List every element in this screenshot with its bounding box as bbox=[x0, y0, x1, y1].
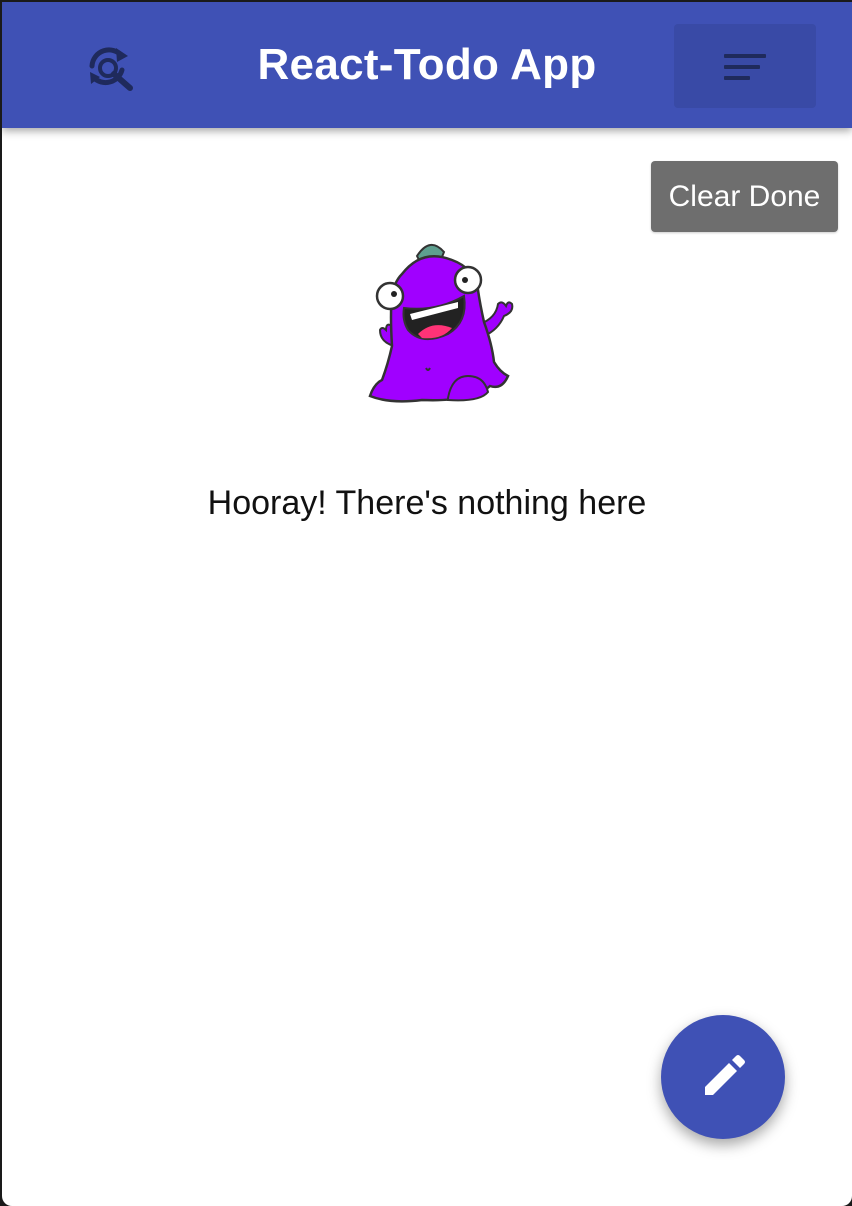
clear-done-button[interactable]: Clear Done bbox=[651, 161, 838, 232]
sort-menu-button[interactable] bbox=[674, 24, 816, 108]
add-todo-fab[interactable] bbox=[661, 1015, 785, 1139]
edit-pencil-icon bbox=[705, 1055, 745, 1095]
app-window: React-Todo App Clear Done Hooray! There'… bbox=[2, 2, 852, 1206]
purple-monster-illustration bbox=[352, 234, 522, 414]
sort-menu-icon bbox=[724, 54, 766, 80]
empty-state-message: Hooray! There's nothing here bbox=[207, 484, 647, 522]
search-refresh-icon[interactable] bbox=[86, 44, 136, 94]
app-bar: React-Todo App bbox=[2, 2, 852, 128]
